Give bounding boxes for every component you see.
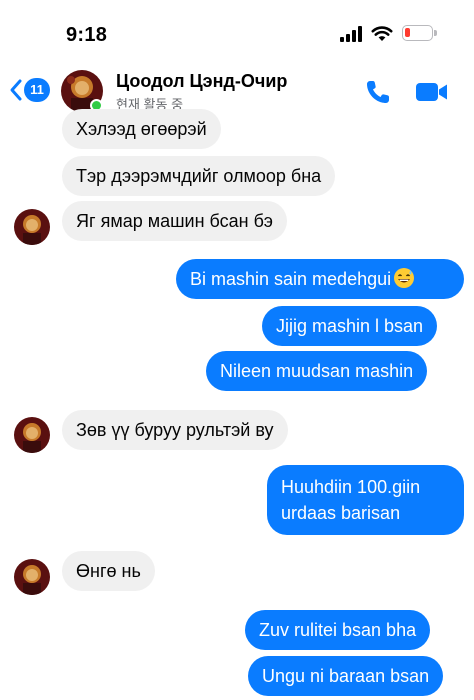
message-bubble-incoming[interactable]: Зөв үү буруу рультэй ву — [62, 410, 288, 450]
battery-tip — [434, 30, 437, 36]
video-call-button[interactable] — [415, 80, 449, 104]
message-bubble-outgoing[interactable]: Jijig mashin l bsan — [262, 306, 438, 346]
message-bubble-outgoing[interactable]: Nileen muudsan mashin — [206, 351, 428, 391]
message-bubble-outgoing[interactable]: Zuv rulitei bsan bha — [245, 610, 431, 650]
message-bubble-incoming[interactable]: Хэлээд өгөөрэй — [62, 109, 221, 149]
message-text: Bi mashin sain medehgui — [190, 269, 392, 289]
sender-avatar[interactable] — [14, 559, 50, 595]
message-bubble-incoming[interactable]: Өнгө нь — [62, 551, 155, 591]
message-bubble-outgoing[interactable]: Ungu ni baraan bsan — [248, 656, 444, 696]
status-time: 9:18 — [66, 24, 108, 46]
contact-name[interactable]: Цоодол Цэнд-Очир — [116, 71, 287, 92]
sender-avatar[interactable] — [14, 417, 50, 453]
status-bar: 9:18 — [0, 0, 474, 62]
battery-icon — [402, 25, 433, 41]
message-bubble-outgoing[interactable]: Bi mashin sain medehgui — [176, 259, 464, 299]
cellular-signal-icon — [340, 26, 364, 42]
message-bubble-incoming[interactable]: Тэр дээрэмчдийг олмоор бна — [62, 156, 336, 196]
phone-call-button[interactable] — [364, 78, 392, 106]
sender-avatar[interactable] — [14, 209, 50, 245]
grinning-sweat-emoji-icon — [394, 268, 415, 288]
wifi-icon — [371, 26, 393, 41]
message-bubble-incoming[interactable]: Яг ямар машин бсан бэ — [62, 201, 287, 241]
back-chevron-icon — [10, 79, 22, 101]
message-bubble-outgoing[interactable]: Huuhdiin 100.giin urdaas barisan — [267, 465, 464, 535]
chat-header: 11 Цоодол Цэнд-Очир 현재 활동 중 — [0, 62, 474, 118]
unread-count-badge: 11 — [24, 78, 50, 102]
back-button[interactable]: 11 — [8, 76, 50, 104]
